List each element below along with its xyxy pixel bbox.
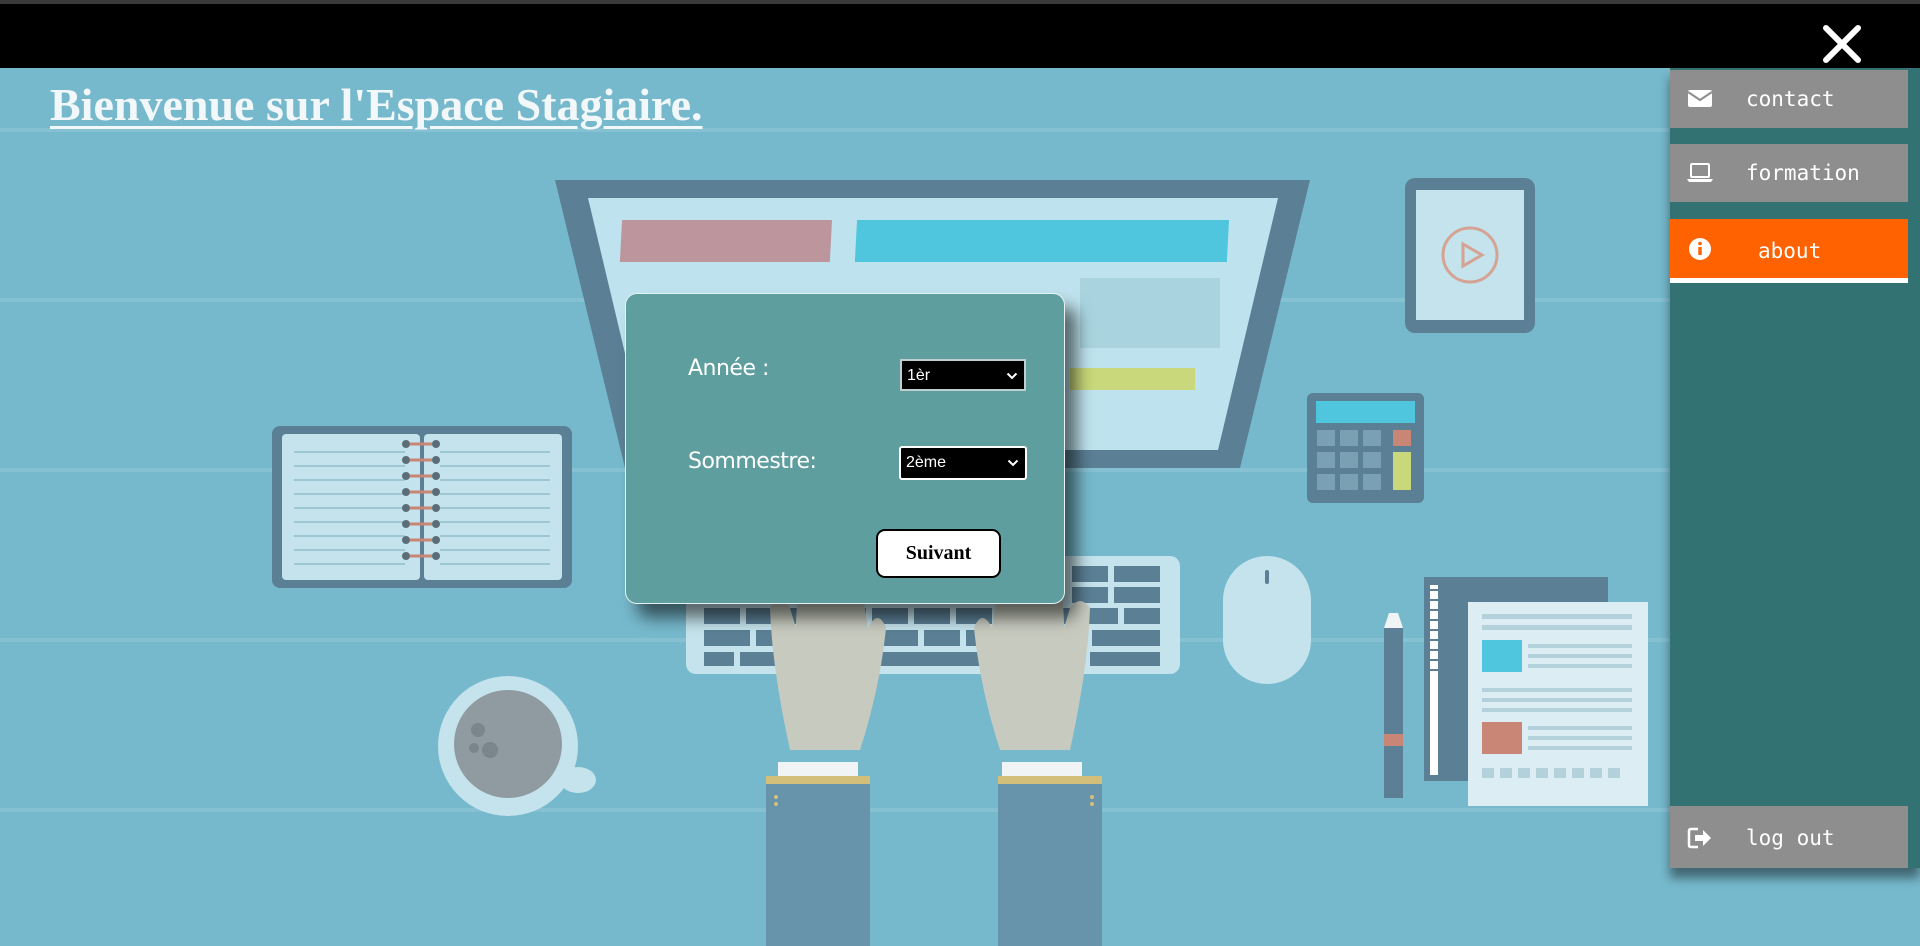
mouse-illustration <box>1223 556 1311 684</box>
sidebar-item-label: about <box>1758 239 1822 263</box>
pencil-illustration <box>1384 613 1403 798</box>
suivant-button[interactable]: Suivant <box>876 529 1001 578</box>
year-semester-form: Année : 1èr Sommestre: 2ème Suivant <box>625 293 1065 604</box>
tablet-illustration <box>1405 178 1535 333</box>
info-icon <box>1689 238 1711 260</box>
sidebar: contact formation about log out <box>1670 68 1920 868</box>
sidebar-item-label: log out <box>1746 826 1835 850</box>
sidebar-item-label: formation <box>1746 161 1860 185</box>
chevron-down-icon <box>1007 459 1019 467</box>
annee-select-value: 1èr <box>907 367 931 384</box>
coffee-cup-illustration <box>438 676 596 816</box>
semestre-select[interactable]: 2ème <box>899 446 1027 480</box>
sidebar-item-label: contact <box>1746 87 1835 111</box>
semestre-select-value: 2ème <box>906 454 947 471</box>
sidebar-item-logout[interactable]: log out <box>1670 806 1908 868</box>
semestre-label: Sommestre: <box>688 449 817 474</box>
annee-label: Année : <box>688 356 769 381</box>
top-bar <box>0 0 1920 68</box>
annee-select[interactable]: 1èr <box>900 359 1026 391</box>
laptop-icon <box>1687 163 1713 182</box>
chevron-down-icon <box>1006 372 1018 380</box>
sign-out-icon <box>1687 827 1711 849</box>
documents-illustration <box>1424 577 1648 806</box>
sidebar-item-about[interactable]: about <box>1670 219 1908 283</box>
close-icon[interactable] <box>1820 22 1864 66</box>
notebook-illustration <box>272 426 572 588</box>
sidebar-item-contact[interactable]: contact <box>1670 70 1908 128</box>
envelope-icon <box>1687 90 1713 107</box>
page-title: Bienvenue sur l'Espace Stagiaire. <box>50 79 703 130</box>
sidebar-item-formation[interactable]: formation <box>1670 144 1908 202</box>
calculator-illustration <box>1307 393 1424 503</box>
